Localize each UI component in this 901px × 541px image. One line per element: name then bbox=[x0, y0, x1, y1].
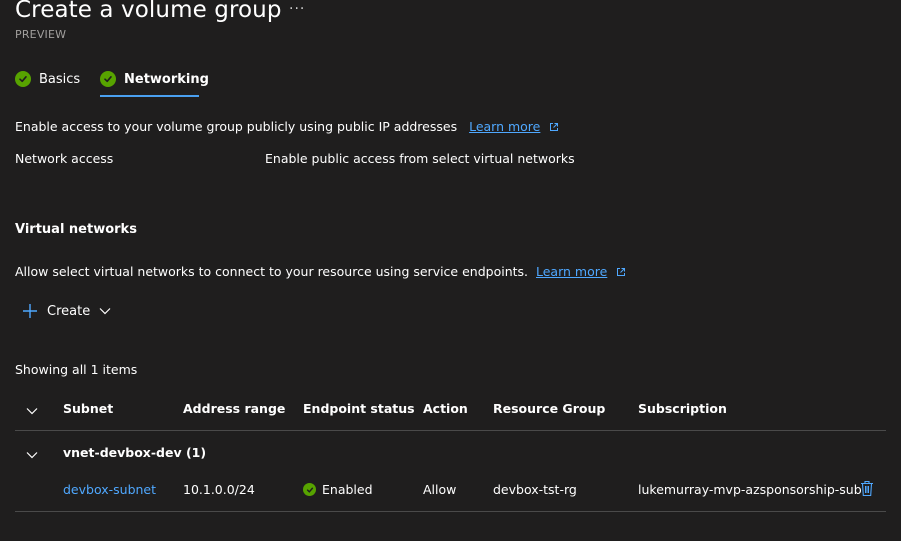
table-header-divider bbox=[15, 430, 886, 431]
chevron-down-icon bbox=[99, 304, 111, 319]
vnet-learn-more-link[interactable]: Learn more bbox=[536, 264, 607, 279]
checkmark-circle-icon bbox=[303, 483, 316, 496]
subnet-link[interactable]: devbox-subnet bbox=[63, 482, 156, 497]
group-collapse-chevron-icon[interactable] bbox=[26, 447, 38, 462]
endpoint-status-text: Enabled bbox=[322, 482, 373, 497]
vnet-description: Allow select virtual networks to connect… bbox=[15, 264, 529, 279]
endpoint-status-cell: Enabled bbox=[303, 482, 373, 497]
collapse-all-chevron-icon[interactable] bbox=[26, 403, 38, 418]
trash-icon[interactable] bbox=[860, 480, 876, 498]
access-description: Enable access to your volume group publi… bbox=[15, 119, 458, 134]
checkmark-circle-icon bbox=[100, 71, 116, 87]
vnet-description-line: Allow select virtual networks to connect… bbox=[15, 264, 626, 280]
subscription-cell: lukemurray-mvp-azsponsorship-sub bbox=[638, 482, 862, 497]
column-header-action[interactable]: Action bbox=[423, 401, 468, 416]
column-header-subscription[interactable]: Subscription bbox=[638, 401, 727, 416]
selected-tab-indicator bbox=[100, 95, 199, 97]
tab-basics[interactable]: Basics bbox=[15, 71, 80, 87]
checkmark-circle-icon bbox=[15, 71, 31, 87]
create-label: Create bbox=[47, 303, 91, 319]
learn-more-link[interactable]: Learn more bbox=[469, 119, 540, 134]
column-header-endpoint-status[interactable]: Endpoint status bbox=[303, 401, 415, 416]
preview-label: PREVIEW bbox=[15, 28, 67, 41]
volume-group-page: Create a volume group ··· PREVIEW Basics… bbox=[0, 0, 901, 541]
more-options-button[interactable]: ··· bbox=[289, 1, 305, 17]
tab-networking[interactable]: Networking bbox=[100, 71, 209, 87]
column-header-resource-group[interactable]: Resource Group bbox=[493, 401, 605, 416]
items-count: Showing all 1 items bbox=[15, 362, 138, 377]
table-bottom-divider bbox=[15, 511, 886, 512]
resource-group-cell: devbox-tst-rg bbox=[493, 482, 577, 497]
vnet-group-name: vnet-devbox-dev (1) bbox=[63, 445, 207, 460]
tab-networking-label: Networking bbox=[124, 71, 209, 87]
create-button[interactable]: Create bbox=[22, 303, 111, 319]
network-access-value: Enable public access from select virtual… bbox=[265, 151, 575, 166]
page-title: Create a volume group bbox=[15, 0, 282, 23]
plus-icon bbox=[22, 303, 38, 319]
column-header-address-range[interactable]: Address range bbox=[183, 401, 285, 416]
network-access-label: Network access bbox=[15, 151, 114, 166]
action-cell: Allow bbox=[423, 482, 457, 497]
address-range-cell: 10.1.0.0/24 bbox=[183, 482, 255, 497]
open-in-new-icon bbox=[616, 265, 626, 280]
tab-basics-label: Basics bbox=[39, 71, 81, 87]
virtual-networks-heading: Virtual networks bbox=[15, 222, 137, 237]
access-description-line: Enable access to your volume group publi… bbox=[15, 119, 559, 135]
column-header-subnet[interactable]: Subnet bbox=[63, 401, 113, 416]
open-in-new-icon bbox=[549, 120, 559, 135]
